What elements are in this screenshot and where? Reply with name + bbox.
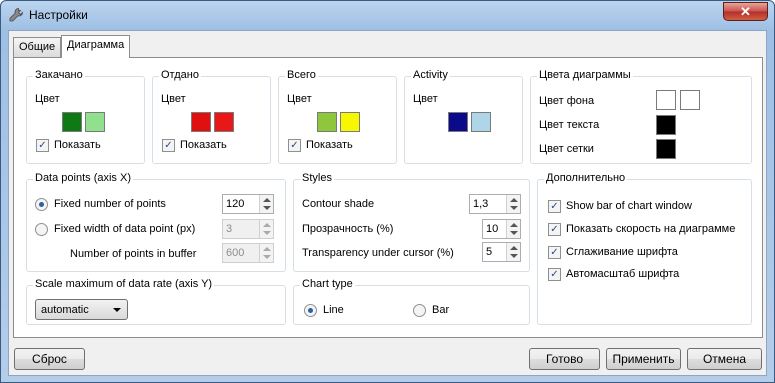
- group-title: Scale maximum of data rate (axis Y): [33, 278, 215, 290]
- window-title: Настройки: [29, 8, 88, 22]
- color-label: Цвет: [35, 93, 60, 105]
- show-chart-bar-checkbox[interactable]: ✓: [548, 200, 561, 213]
- group-title: Всего: [285, 69, 318, 81]
- line-label: Line: [323, 304, 344, 316]
- stepper-value: 5: [486, 246, 493, 258]
- activity-color-1-swatch[interactable]: [448, 112, 468, 132]
- fixed-width-label: Fixed width of data point (px): [54, 223, 196, 235]
- font-smoothing-checkbox[interactable]: ✓: [548, 246, 561, 259]
- buffer-label: Number of points in buffer: [70, 248, 197, 260]
- scale-dropdown[interactable]: automatic: [35, 299, 128, 320]
- tab-chart[interactable]: Диаграмма: [61, 35, 131, 58]
- stepper-arrows[interactable]: [506, 195, 520, 213]
- transparency-label: Прозрачность (%): [302, 223, 394, 235]
- total-color-2-swatch[interactable]: [340, 112, 360, 132]
- font-autoscale-checkbox[interactable]: ✓: [548, 268, 561, 281]
- group-chart-type: Chart type Line Bar: [293, 278, 530, 325]
- tab-general[interactable]: Общие: [13, 37, 62, 57]
- fixed-number-stepper[interactable]: 120: [222, 194, 274, 214]
- cursor-transparency-label: Transparency under cursor (%): [302, 247, 454, 259]
- dialog-client-area: Общие Диаграмма Закачано Цвет ✓ Показать…: [8, 30, 767, 376]
- grid-color-swatch[interactable]: [656, 139, 676, 159]
- group-activity: Activity Цвет: [404, 69, 523, 164]
- dropdown-value: automatic: [41, 304, 89, 316]
- title-bar[interactable]: Настройки ✕: [1, 1, 774, 29]
- group-title: Chart type: [300, 278, 355, 290]
- stepper-value: 600: [226, 247, 245, 259]
- bar-label: Bar: [432, 304, 450, 316]
- checkbox-label: Автомасштаб шрифта: [566, 268, 680, 280]
- total-show-checkbox[interactable]: ✓: [288, 139, 301, 152]
- group-styles: Styles Contour shade 1,3 Прозрачность (%…: [293, 172, 530, 272]
- contour-stepper[interactable]: 1,3: [469, 194, 521, 214]
- settings-window: Настройки ✕ Общие Диаграмма Закачано Цве…: [0, 0, 775, 383]
- stepper-value: 1,3: [473, 198, 489, 210]
- cancel-button[interactable]: Отмена: [687, 348, 762, 370]
- text-color-label: Цвет текста: [539, 119, 600, 131]
- group-title: Отдано: [159, 69, 201, 81]
- stepper-value: 3: [226, 223, 233, 235]
- show-speed-checkbox[interactable]: ✓: [548, 223, 561, 236]
- total-color-1-swatch[interactable]: [317, 112, 337, 132]
- stepper-arrows[interactable]: [506, 220, 520, 238]
- color-label: Цвет: [413, 93, 438, 105]
- group-additional: Дополнительно ✓ Show bar of chart window…: [537, 172, 752, 325]
- checkbox-label: Show bar of chart window: [566, 200, 692, 212]
- group-uploaded: Отдано Цвет ✓ Показать: [152, 69, 271, 164]
- group-title: Activity: [411, 69, 450, 81]
- downloaded-show-checkbox[interactable]: ✓: [36, 139, 49, 152]
- stepper-arrows[interactable]: [259, 195, 273, 213]
- background-color-1-swatch[interactable]: [656, 90, 676, 110]
- group-scale: Scale maximum of data rate (axis Y) auto…: [26, 278, 286, 325]
- background-color-2-swatch[interactable]: [680, 90, 700, 110]
- chart-tab-page: Закачано Цвет ✓ Показать Отдано Цвет ✓ П…: [13, 57, 763, 338]
- stepper-arrows[interactable]: [259, 244, 273, 262]
- uploaded-color-2-swatch[interactable]: [214, 112, 234, 132]
- close-button[interactable]: ✕: [723, 2, 768, 21]
- fixed-width-stepper[interactable]: 3: [222, 219, 274, 239]
- checkbox-label: Сглаживание шрифта: [566, 246, 678, 258]
- color-label: Цвет: [161, 93, 186, 105]
- group-title: Цвета диаграммы: [537, 69, 633, 81]
- group-title: Закачано: [33, 69, 85, 81]
- stepper-value: 10: [486, 223, 499, 235]
- reset-button[interactable]: Сброс: [14, 348, 85, 370]
- grid-color-label: Цвет сетки: [539, 143, 594, 155]
- group-title: Styles: [300, 172, 334, 184]
- line-radio[interactable]: [304, 304, 317, 317]
- group-title: Data points (axis X): [33, 172, 133, 184]
- group-data-points: Data points (axis X) Fixed number of poi…: [26, 172, 286, 272]
- stepper-arrows[interactable]: [259, 220, 273, 238]
- uploaded-show-checkbox[interactable]: ✓: [162, 139, 175, 152]
- uploaded-color-1-swatch[interactable]: [191, 112, 211, 132]
- apply-button[interactable]: Применить: [606, 348, 681, 370]
- bar-radio[interactable]: [413, 304, 426, 317]
- transparency-stepper[interactable]: 10: [482, 219, 521, 239]
- group-title: Дополнительно: [544, 172, 628, 184]
- group-total: Всего Цвет ✓ Показать: [278, 69, 397, 164]
- checkbox-label: Показать скорость на диаграмме: [566, 223, 736, 235]
- fixed-number-label: Fixed number of points: [54, 198, 166, 210]
- group-chart-colors: Цвета диаграммы Цвет фона Цвет текста Цв…: [530, 69, 752, 164]
- color-label: Цвет: [287, 93, 312, 105]
- wrench-icon: [9, 8, 23, 22]
- fixed-width-radio[interactable]: [35, 223, 48, 236]
- background-color-label: Цвет фона: [539, 95, 595, 107]
- checkbox-label: Показать: [306, 139, 353, 151]
- chevron-down-icon: [113, 308, 121, 312]
- activity-color-2-swatch[interactable]: [471, 112, 491, 132]
- stepper-value: 120: [226, 198, 245, 210]
- text-color-swatch[interactable]: [656, 115, 676, 135]
- stepper-arrows[interactable]: [506, 243, 520, 261]
- checkbox-label: Показать: [54, 139, 101, 151]
- downloaded-color-2-swatch[interactable]: [85, 112, 105, 132]
- checkbox-label: Показать: [180, 139, 227, 151]
- downloaded-color-1-swatch[interactable]: [62, 112, 82, 132]
- fixed-number-radio[interactable]: [35, 198, 48, 211]
- ok-button[interactable]: Готово: [529, 348, 600, 370]
- buffer-stepper[interactable]: 600: [222, 243, 274, 263]
- cursor-transparency-stepper[interactable]: 5: [482, 242, 521, 262]
- contour-label: Contour shade: [302, 198, 375, 210]
- group-downloaded: Закачано Цвет ✓ Показать: [26, 69, 145, 164]
